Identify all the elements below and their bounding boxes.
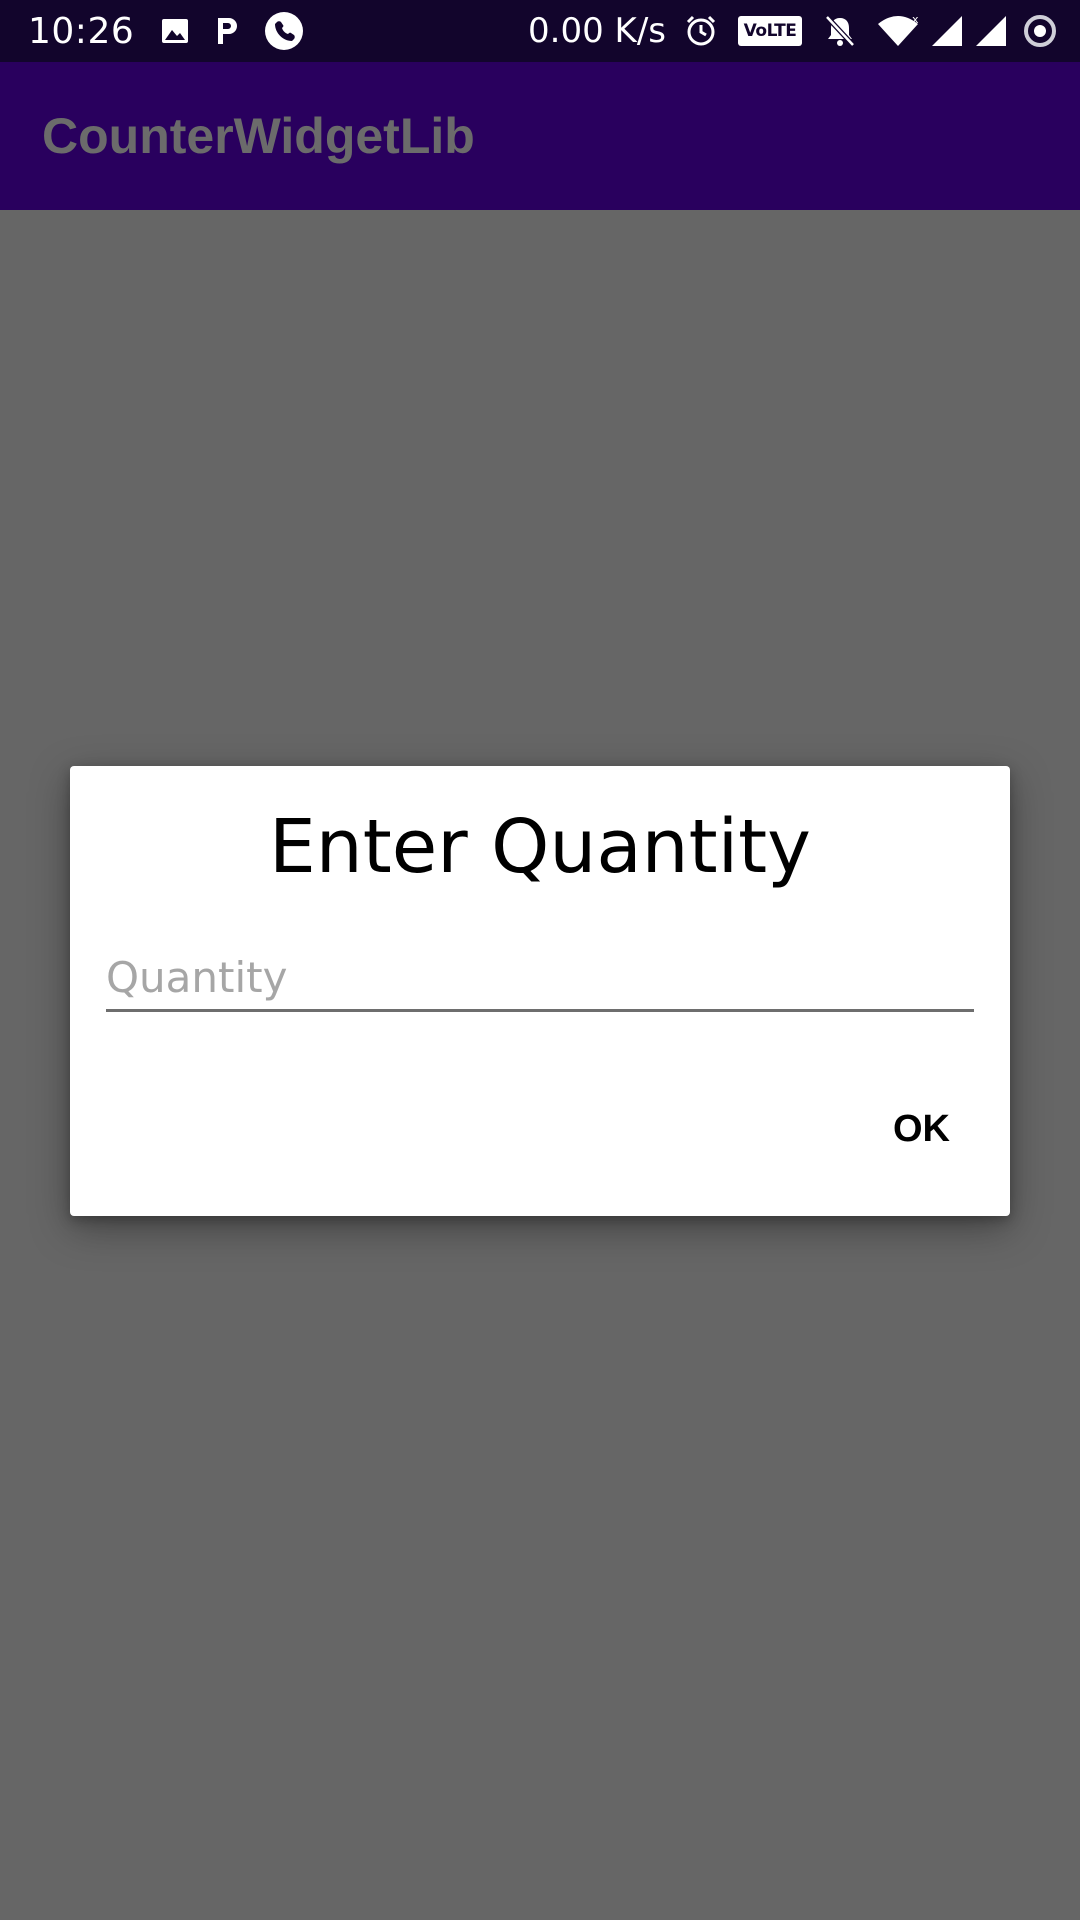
notifications-off-icon: [822, 13, 858, 49]
volte-icon: VoLTE: [738, 16, 802, 46]
signal-icon: [974, 14, 1008, 48]
phone-call-icon: [264, 11, 304, 51]
signal-icon: [930, 14, 964, 48]
status-time: 10:26: [28, 10, 135, 52]
ok-button[interactable]: OK: [893, 1108, 950, 1151]
app-bar: CounterWidgetLib: [0, 62, 1080, 210]
paytm-p-icon: [212, 14, 242, 48]
app-title: CounterWidgetLib: [42, 108, 475, 164]
status-bar-right: 0.00 K/s VoLTE x: [528, 11, 1058, 51]
svg-text:x: x: [912, 14, 919, 26]
status-bar: 10:26 0.00 K/s VoLTE x: [0, 0, 1080, 62]
screen: 10:26 0.00 K/s VoLTE x CounterWidgetLib …: [0, 0, 1080, 1920]
alarm-icon: [684, 14, 718, 48]
quantity-input[interactable]: [106, 946, 974, 1012]
image-icon: [160, 16, 190, 46]
sync-icon: [1022, 13, 1058, 49]
quantity-dialog: Enter Quantity OK: [70, 766, 1010, 1216]
wifi-icon: x: [876, 14, 920, 48]
status-bar-left: 10:26: [28, 11, 326, 52]
dialog-title: Enter Quantity: [269, 804, 811, 890]
network-speed: 0.00 K/s: [528, 11, 666, 51]
